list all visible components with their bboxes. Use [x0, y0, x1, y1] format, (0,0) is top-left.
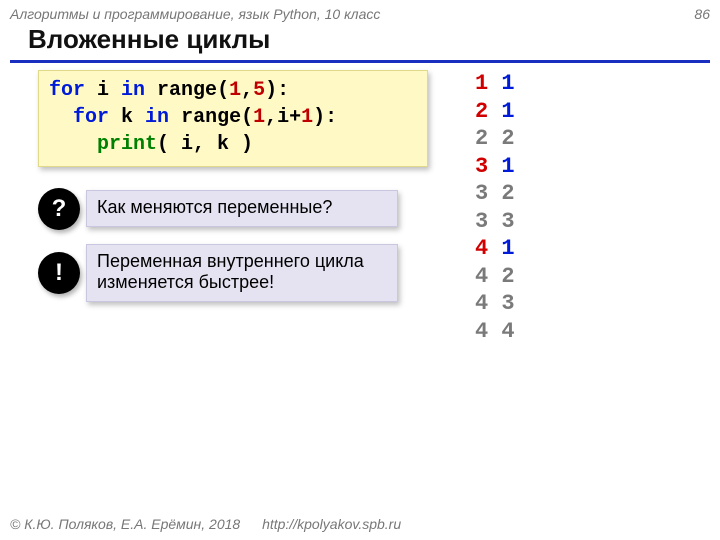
output-k: 4: [501, 319, 514, 344]
slide-title: Вложенные циклы: [28, 24, 270, 55]
footer-url: http://kpolyakov.spb.ru: [262, 516, 401, 532]
output-row: 2 2: [475, 125, 515, 153]
output-i: 3: [475, 181, 488, 206]
output-i: 3: [475, 209, 488, 234]
output-k: 1: [501, 236, 514, 261]
output-k: 3: [501, 209, 514, 234]
exclaim-icon: !: [38, 252, 80, 294]
output-k: 3: [501, 291, 514, 316]
output-row: 4 3: [475, 290, 515, 318]
output-i: 2: [475, 99, 488, 124]
output-row: 4 4: [475, 318, 515, 346]
title-divider-bottom: [10, 62, 710, 63]
output-row: 4 2: [475, 263, 515, 291]
output-i: 4: [475, 319, 488, 344]
output-i: 3: [475, 154, 488, 179]
program-output: 1 12 12 23 13 23 34 14 24 34 4: [475, 70, 515, 345]
question-callout: ? Как меняются переменные?: [38, 190, 398, 227]
exclaim-text: Переменная внутреннего цикла изменяется …: [86, 244, 398, 302]
output-k: 1: [501, 71, 514, 96]
output-i: 4: [475, 264, 488, 289]
output-row: 4 1: [475, 235, 515, 263]
exclaim-callout: ! Переменная внутреннего цикла изменяетс…: [38, 244, 398, 302]
output-row: 2 1: [475, 98, 515, 126]
output-row: 1 1: [475, 70, 515, 98]
output-i: 1: [475, 71, 488, 96]
output-k: 1: [501, 99, 514, 124]
output-i: 4: [475, 236, 488, 261]
question-text: Как меняются переменные?: [86, 190, 398, 227]
output-k: 2: [501, 264, 514, 289]
output-i: 2: [475, 126, 488, 151]
output-k: 1: [501, 154, 514, 179]
code-line-3: print( i, k ): [49, 131, 417, 158]
output-i: 4: [475, 291, 488, 316]
code-block: for i in range(1,5): for k in range(1,i+…: [38, 70, 428, 167]
question-icon: ?: [38, 188, 80, 230]
output-k: 2: [501, 181, 514, 206]
copyright: © К.Ю. Поляков, Е.А. Ерёмин, 2018: [10, 516, 240, 532]
header-bar: Алгоритмы и программирование, язык Pytho…: [10, 6, 710, 22]
code-line-1: for i in range(1,5):: [49, 77, 417, 104]
output-row: 3 1: [475, 153, 515, 181]
output-row: 3 3: [475, 208, 515, 236]
course-label: Алгоритмы и программирование, язык Pytho…: [10, 6, 380, 22]
page-number: 86: [694, 6, 710, 22]
output-row: 3 2: [475, 180, 515, 208]
footer: © К.Ю. Поляков, Е.А. Ерёмин, 2018 http:/…: [10, 516, 401, 532]
output-k: 2: [501, 126, 514, 151]
code-line-2: for k in range(1,i+1):: [49, 104, 417, 131]
